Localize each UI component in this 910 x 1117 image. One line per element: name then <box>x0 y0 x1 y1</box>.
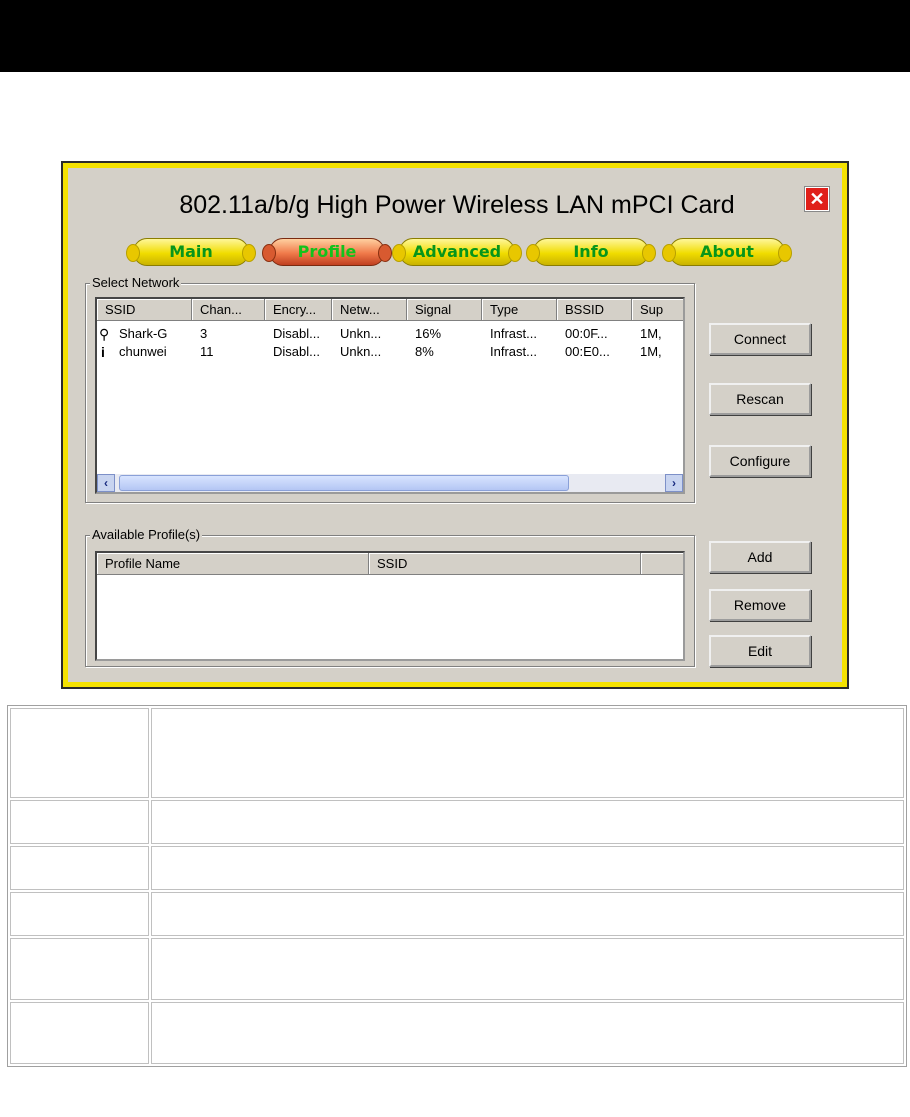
table-cell <box>10 846 149 890</box>
select-network-group: Select Network SSID Chan... Encry... Net… <box>85 275 695 503</box>
table-cell <box>10 708 149 798</box>
row-channel: 3 <box>200 326 208 341</box>
access-point-icon: i <box>101 344 105 360</box>
table-cell <box>10 892 149 936</box>
top-banner <box>0 0 910 72</box>
close-icon[interactable]: ✕ <box>805 187 829 211</box>
scrollbar-thumb[interactable] <box>119 475 569 491</box>
table-row <box>10 800 904 844</box>
row-bssid: 00:E0... <box>565 344 610 359</box>
row-bssid: 00:0F... <box>565 326 608 341</box>
network-list[interactable]: SSID Chan... Encry... Netw... Signal Typ… <box>95 297 685 494</box>
connect-button[interactable]: Connect <box>709 323 811 355</box>
dialog-title: 802.11a/b/g High Power Wireless LAN mPCI… <box>179 191 735 219</box>
row-channel: 11 <box>200 344 214 359</box>
table-cell <box>151 708 904 798</box>
table-row <box>10 708 904 798</box>
select-network-label: Select Network <box>90 275 182 290</box>
row-signal: 16% <box>415 326 442 341</box>
available-profiles-group: Available Profile(s) Profile Name SSID <box>85 527 695 667</box>
column-header-signal[interactable]: Signal <box>407 299 482 321</box>
wlan-utility-dialog: 802.11a/b/g High Power Wireless LAN mPCI… <box>61 161 849 689</box>
column-header-type[interactable]: Type <box>482 299 557 321</box>
row-type: Infrast... <box>490 344 537 359</box>
description-table <box>7 705 907 1067</box>
scroll-left-icon[interactable]: ‹ <box>97 474 115 492</box>
column-header-encryption[interactable]: Encry... <box>265 299 332 321</box>
table-cell <box>10 800 149 844</box>
table-cell <box>151 1002 904 1064</box>
tab-main[interactable]: Main <box>126 238 256 266</box>
column-header-network[interactable]: Netw... <box>332 299 407 321</box>
row-signal: 8% <box>415 344 434 359</box>
table-cell <box>10 1002 149 1064</box>
table-cell <box>151 800 904 844</box>
row-encryption: Disabl... <box>273 326 320 341</box>
row-ssid: chunwei <box>119 344 167 359</box>
row-ssid: Shark-G <box>119 326 168 341</box>
configure-button[interactable]: Configure <box>709 445 811 477</box>
table-row <box>10 938 904 1000</box>
table-cell <box>151 938 904 1000</box>
available-profiles-label: Available Profile(s) <box>90 527 203 542</box>
column-header-profile-name[interactable]: Profile Name <box>97 553 369 575</box>
horizontal-scrollbar[interactable]: ‹ › <box>97 474 683 492</box>
rescan-button[interactable]: Rescan <box>709 383 811 415</box>
table-row <box>10 1002 904 1064</box>
table-row <box>10 892 904 936</box>
tab-advanced[interactable]: Advanced <box>392 238 522 266</box>
tab-profile[interactable]: Profile <box>262 238 392 266</box>
row-supported-rates: 1M, <box>640 326 662 341</box>
column-header-ssid[interactable]: SSID <box>97 299 192 321</box>
antenna-icon: ⚲ <box>99 326 110 342</box>
row-encryption: Disabl... <box>273 344 320 359</box>
row-supported-rates: 1M, <box>640 344 662 359</box>
row-network: Unkn... <box>340 326 382 341</box>
column-header-blank[interactable] <box>641 553 683 575</box>
column-header-ssid[interactable]: SSID <box>369 553 641 575</box>
row-network: Unkn... <box>340 344 382 359</box>
row-type: Infrast... <box>490 326 537 341</box>
tab-about[interactable]: About <box>662 238 792 266</box>
scroll-right-icon[interactable]: › <box>665 474 683 492</box>
column-header-bssid[interactable]: BSSID <box>557 299 632 321</box>
tab-info[interactable]: Info <box>526 238 656 266</box>
edit-button[interactable]: Edit <box>709 635 811 667</box>
table-row <box>10 846 904 890</box>
table-cell <box>151 892 904 936</box>
add-button[interactable]: Add <box>709 541 811 573</box>
table-cell <box>10 938 149 1000</box>
table-cell <box>151 846 904 890</box>
column-header-channel[interactable]: Chan... <box>192 299 265 321</box>
column-header-supported-rates[interactable]: Sup <box>632 299 683 321</box>
profile-list[interactable]: Profile Name SSID <box>95 551 685 661</box>
remove-button[interactable]: Remove <box>709 589 811 621</box>
